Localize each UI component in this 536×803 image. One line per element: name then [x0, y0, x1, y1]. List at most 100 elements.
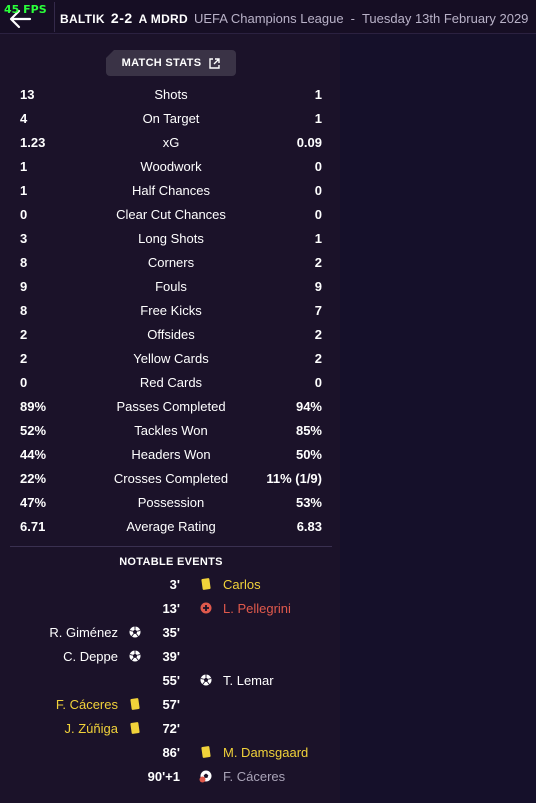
stat-away-value: 2 [314, 327, 322, 342]
header-separator: - [350, 11, 355, 26]
stat-away-value: 0 [314, 183, 322, 198]
stat-away-value: 1 [314, 231, 322, 246]
stat-label: Free Kicks [140, 303, 202, 318]
event-minute: 55' [162, 673, 180, 688]
competition-name[interactable]: UEFA Champions League [194, 11, 344, 26]
stat-row: 3 Long Shots 1 [0, 226, 340, 250]
event-minute: 3' [169, 577, 180, 592]
stat-away-value: 9 [314, 279, 322, 294]
stat-label: Average Rating [126, 519, 216, 534]
event-player-name[interactable]: T. Lemar [223, 673, 274, 688]
stat-label: Clear Cut Chances [116, 207, 226, 222]
stat-away-value: 1 [314, 87, 322, 102]
event-minute: 86' [162, 745, 180, 760]
stat-row: 8 Free Kicks 7 [0, 298, 340, 322]
event-row: 90'+1 F. Cáceres [0, 764, 340, 788]
stat-row: 2 Offsides 2 [0, 322, 340, 346]
notable-events-list: 3' Carlos 13' L. Pellegrini 35' R. Giménez 39'… [0, 572, 340, 788]
stat-label: Headers Won [131, 447, 211, 462]
stat-row: 8 Corners 2 [0, 250, 340, 274]
event-row: 39' C. Deppe [0, 644, 340, 668]
event-player-name[interactable]: R. Giménez [49, 625, 118, 640]
stat-away-value: 2 [314, 255, 322, 270]
stat-label: On Target [142, 111, 200, 126]
event-row: 55' T. Lemar [0, 668, 340, 692]
stat-row: 0 Clear Cut Chances 0 [0, 202, 340, 226]
yellow-card-icon [201, 746, 211, 758]
event-row: 3' Carlos [0, 572, 340, 596]
event-row: 13' L. Pellegrini [0, 596, 340, 620]
match-score: 2-2 [110, 10, 133, 26]
event-player-name[interactable]: L. Pellegrini [223, 601, 291, 616]
match-stats-table: 13 Shots 1 4 On Target 1 1.23 xG 0.09 1 Woodwork 0 1… [0, 82, 340, 538]
away-team-name[interactable]: A MDRD [139, 12, 188, 26]
stat-label: Corners [147, 255, 195, 270]
match-stats-label: MATCH STATS [121, 57, 202, 69]
home-team-name[interactable]: BALTIK [60, 12, 105, 26]
event-row: 57' F. Cáceres [0, 692, 340, 716]
stat-away-value: 11% (1/9) [266, 471, 322, 486]
event-icon [128, 649, 142, 663]
section-divider [10, 546, 332, 547]
stat-row: 2 Yellow Cards 2 [0, 346, 340, 370]
match-header: BALTIK 2-2 A MDRD UEFA Champions League … [60, 10, 528, 30]
yellow-card-icon [201, 578, 211, 590]
top-bar: 45 FPS BALTIK 2-2 A MDRD UEFA Champions … [0, 0, 536, 34]
stat-away-value: 0 [314, 159, 322, 174]
stat-label: Yellow Cards [133, 351, 209, 366]
stat-away-value: 0 [314, 375, 322, 390]
event-icon [199, 673, 213, 687]
stat-label: Half Chances [131, 183, 211, 198]
goal-icon [200, 674, 212, 686]
stat-label: Passes Completed [116, 399, 226, 414]
event-minute: 90'+1 [147, 769, 180, 784]
event-row: 35' R. Giménez [0, 620, 340, 644]
event-minute: 39' [162, 649, 180, 664]
popout-icon [209, 57, 221, 69]
stat-row: 44% Headers Won 50% [0, 442, 340, 466]
stat-label: Shots [154, 87, 188, 102]
injury-icon [200, 602, 212, 614]
stat-row: 6.71 Average Rating 6.83 [0, 514, 340, 538]
event-player-name[interactable]: Carlos [223, 577, 261, 592]
match-stats-button[interactable]: MATCH STATS [106, 50, 236, 76]
stat-label: Red Cards [139, 375, 203, 390]
event-player-name[interactable]: C. Deppe [63, 649, 118, 664]
stat-label: Long Shots [138, 231, 204, 246]
stat-away-value: 6.83 [296, 519, 322, 534]
event-icon [199, 601, 213, 615]
stat-label: xG [162, 135, 180, 150]
event-icon [199, 577, 213, 591]
stat-away-value: 50% [295, 447, 322, 462]
event-player-name[interactable]: M. Damsgaard [223, 745, 308, 760]
event-row: 86' M. Damsgaard [0, 740, 340, 764]
event-icon [199, 769, 213, 783]
match-date: Tuesday 13th February 2029 [361, 11, 529, 26]
header-divider [54, 2, 55, 32]
own-goal-icon [199, 770, 212, 783]
event-player-name[interactable]: J. Zúñiga [65, 721, 118, 736]
event-icon [128, 697, 142, 711]
stat-row: 0 Red Cards 0 [0, 370, 340, 394]
event-icon [128, 721, 142, 735]
fps-counter: 45 FPS [4, 3, 47, 16]
goal-icon [129, 650, 141, 662]
stat-row: 47% Possession 53% [0, 490, 340, 514]
stat-label: Woodwork [140, 159, 202, 174]
event-player-name[interactable]: F. Cáceres [56, 697, 118, 712]
yellow-card-icon [130, 722, 140, 734]
stat-away-value: 0.09 [296, 135, 322, 150]
stat-label: Tackles Won [134, 423, 208, 438]
yellow-card-icon [130, 698, 140, 710]
stat-row: 9 Fouls 9 [0, 274, 340, 298]
event-icon [199, 745, 213, 759]
stat-away-value: 85% [295, 423, 322, 438]
event-minute: 72' [162, 721, 180, 736]
stat-label: Fouls [155, 279, 187, 294]
event-minute: 13' [162, 601, 180, 616]
event-player-name[interactable]: F. Cáceres [223, 769, 285, 784]
stat-away-value: 1 [314, 111, 322, 126]
stat-row: 4 On Target 1 [0, 106, 340, 130]
stat-row: 1.23 xG 0.09 [0, 130, 340, 154]
stat-row: 89% Passes Completed 94% [0, 394, 340, 418]
